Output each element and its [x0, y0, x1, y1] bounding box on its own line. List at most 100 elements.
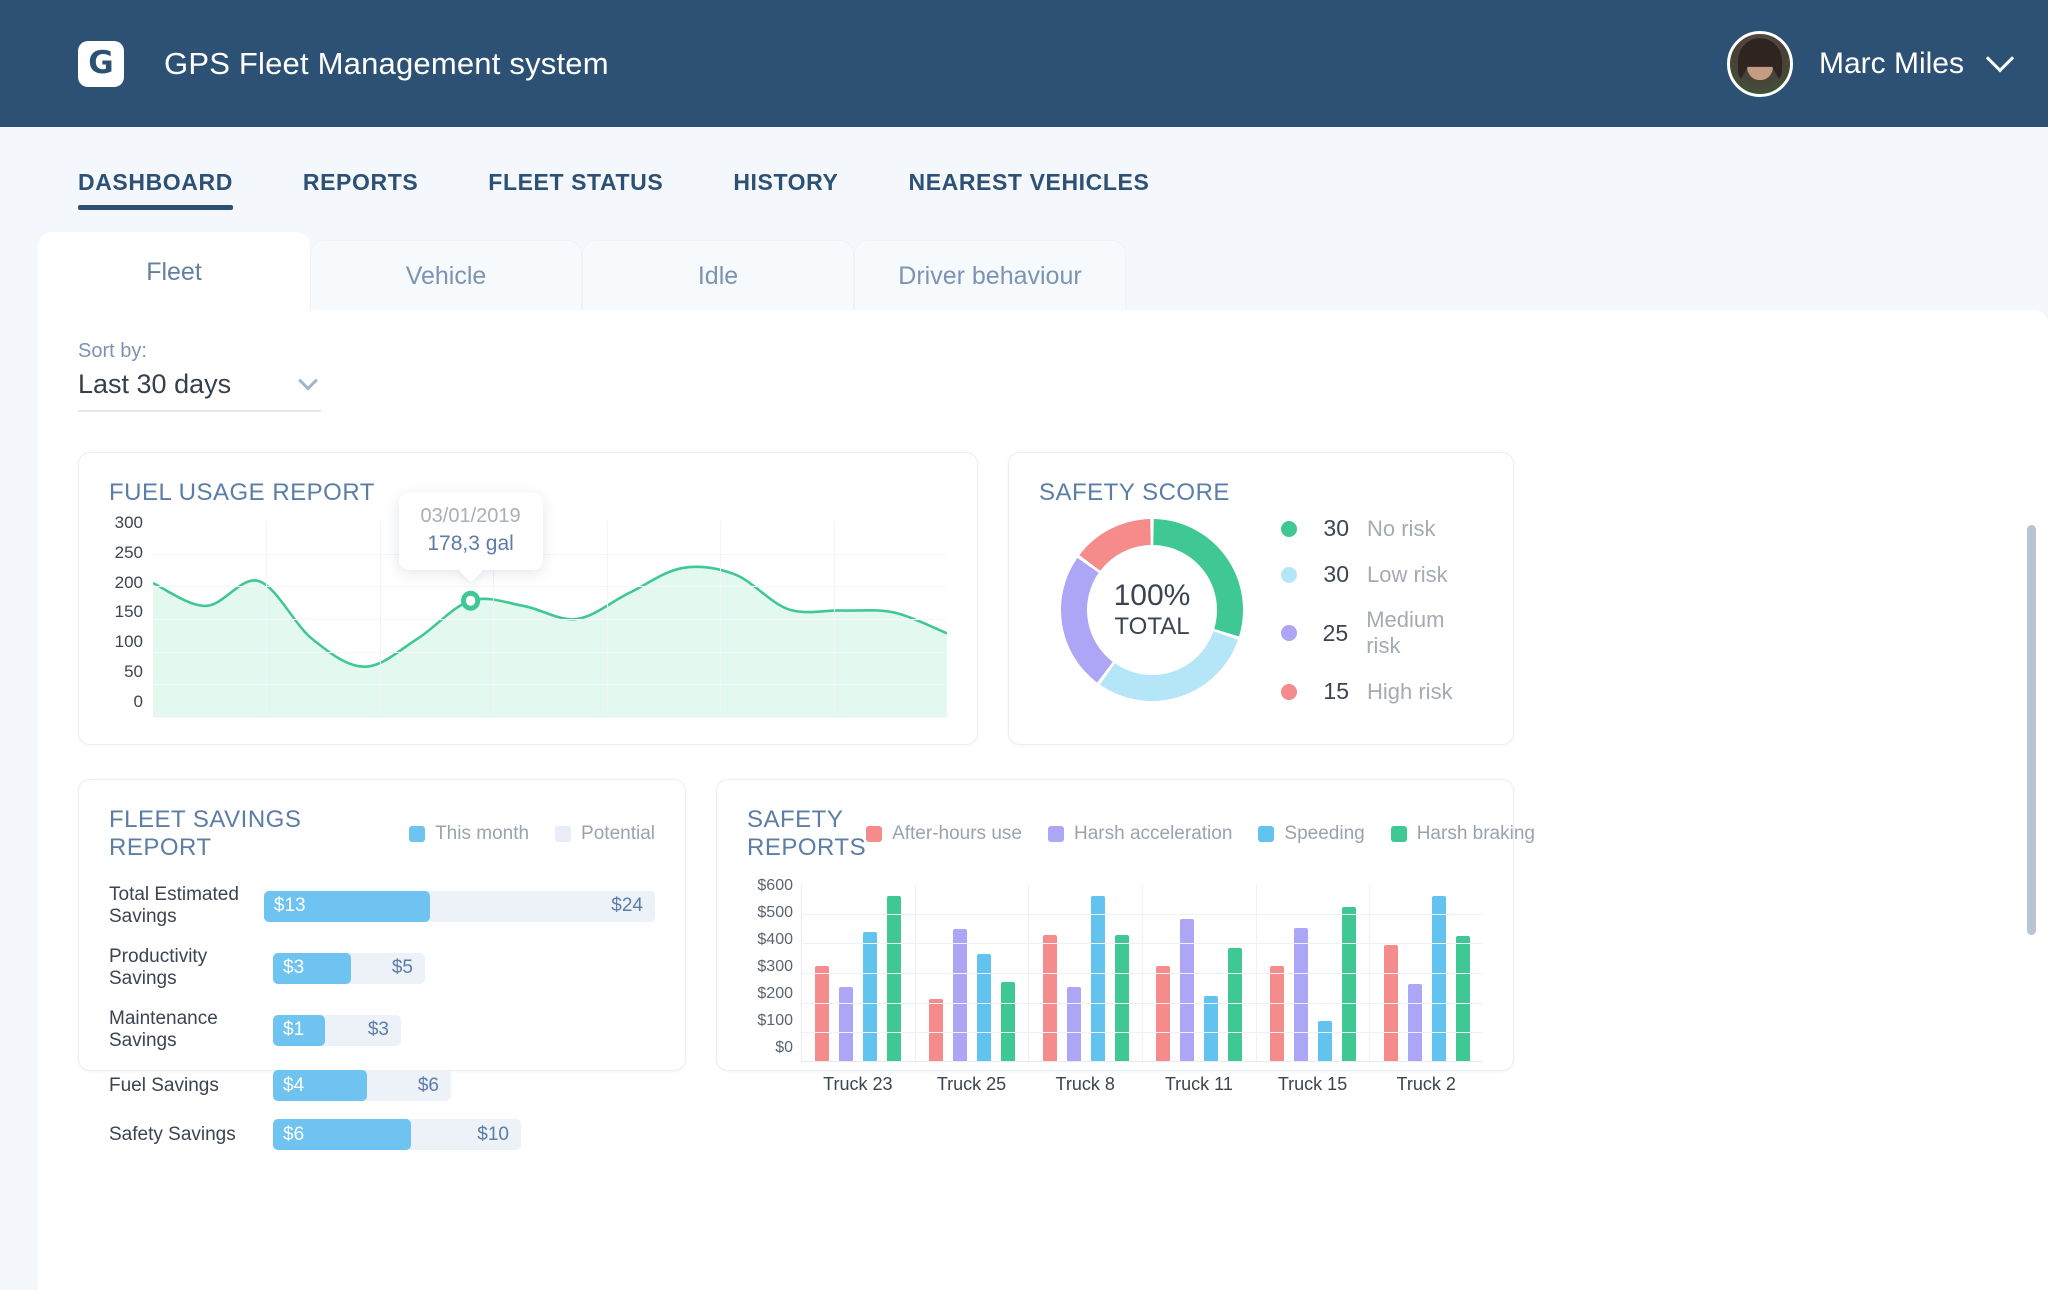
- scrollbar[interactable]: [2027, 525, 2036, 935]
- tab-vehicle[interactable]: Vehicle: [310, 240, 582, 310]
- legend-swatch: [555, 826, 571, 842]
- legend-swatch: [1258, 826, 1274, 842]
- fuel-y-tick: 250: [109, 544, 143, 561]
- nav-item-dashboard[interactable]: DASHBOARD: [78, 169, 233, 210]
- bars-y-tick: $400: [747, 932, 793, 948]
- bar[interactable]: [1294, 928, 1308, 1062]
- safety-reports-title: SAFETY REPORTS: [747, 806, 866, 862]
- bar[interactable]: [1204, 996, 1218, 1061]
- bar[interactable]: [1001, 982, 1015, 1061]
- nav-item-history[interactable]: HISTORY: [733, 169, 838, 210]
- fleet-savings-card: FLEET SAVINGS REPORT This month Potential…: [78, 779, 686, 1071]
- legend-label: Harsh acceleration: [1074, 823, 1232, 845]
- bar[interactable]: [1432, 896, 1446, 1061]
- legend-label: This month: [435, 823, 529, 845]
- tab-driver-behaviour[interactable]: Driver behaviour: [854, 240, 1126, 310]
- savings-current-bar: $13: [264, 891, 430, 922]
- bars-x-tick: Truck 15: [1256, 1074, 1370, 1095]
- nav-item-nearest-vehicles[interactable]: NEAREST VEHICLES: [908, 169, 1149, 210]
- grid-line: [802, 973, 1483, 974]
- fuel-y-tick: 150: [109, 603, 143, 620]
- safety-reports-header: SAFETY REPORTS After-hours use Harsh acce…: [747, 806, 1483, 862]
- savings-label: Productivity Savings: [109, 946, 273, 990]
- fleet-savings-legend: This month Potential: [409, 823, 655, 845]
- bars-x-tick: Truck 2: [1369, 1074, 1483, 1095]
- bar[interactable]: [977, 954, 991, 1061]
- safety-score-title: SAFETY SCORE: [1039, 479, 1483, 507]
- app-logo-icon: G: [78, 41, 124, 87]
- bar[interactable]: [1156, 966, 1170, 1061]
- bar[interactable]: [815, 966, 829, 1061]
- avatar: [1727, 31, 1793, 97]
- bars-y-tick: $100: [747, 1013, 793, 1029]
- legend-swatch: [409, 826, 425, 842]
- legend-item: Harsh braking: [1391, 823, 1535, 845]
- savings-track: $6$10: [273, 1119, 521, 1150]
- risk-value: 15: [1315, 678, 1349, 705]
- risk-color-dot: [1281, 684, 1297, 700]
- bar[interactable]: [1456, 936, 1470, 1061]
- fleet-savings-title: FLEET SAVINGS REPORT: [109, 806, 409, 862]
- brand: G GPS Fleet Management system: [78, 41, 609, 87]
- fuel-usage-chart: 300250200150100500 03/01/2019: [109, 521, 947, 717]
- savings-track: $13$24: [264, 891, 655, 922]
- bar[interactable]: [887, 896, 901, 1061]
- savings-current-bar: $1: [273, 1015, 325, 1046]
- fuel-y-tick: 100: [109, 633, 143, 650]
- bar[interactable]: [863, 932, 877, 1061]
- bar[interactable]: [1408, 984, 1422, 1061]
- legend-item: After-hours use: [866, 823, 1022, 845]
- bar[interactable]: [1318, 1021, 1332, 1061]
- savings-row: Safety Savings$6$10: [109, 1119, 655, 1150]
- bar[interactable]: [1115, 935, 1129, 1061]
- bar[interactable]: [1091, 896, 1105, 1061]
- savings-row: Maintenance Savings$1 $3: [109, 1008, 655, 1052]
- bars-y-axis: $600$500$400$300$200$100$0: [747, 884, 801, 1062]
- bars-x-tick: Truck 11: [1142, 1074, 1256, 1095]
- user-name: Marc Miles: [1819, 47, 1964, 81]
- dashboard-row-2: FLEET SAVINGS REPORT This month Potential…: [78, 779, 2008, 1071]
- legend-label: Harsh braking: [1417, 823, 1535, 845]
- donut-center-label: 100% TOTAL: [1057, 515, 1247, 705]
- bar[interactable]: [1342, 907, 1356, 1061]
- savings-potential-value: $3: [368, 1019, 389, 1041]
- legend-item: Harsh acceleration: [1048, 823, 1232, 845]
- risk-legend: 30No risk30Low risk25Medium risk15High r…: [1281, 515, 1483, 705]
- user-menu[interactable]: Marc Miles: [1727, 31, 2010, 97]
- bar[interactable]: [953, 929, 967, 1061]
- legend-swatch: [1391, 826, 1407, 842]
- bar[interactable]: [1270, 966, 1284, 1061]
- grid-line: [153, 652, 947, 653]
- nav-item-fleet-status[interactable]: FLEET STATUS: [488, 169, 663, 210]
- safety-score-chart: 100% TOTAL 30No risk30Low risk25Medium r…: [1039, 515, 1483, 705]
- bar[interactable]: [839, 987, 853, 1061]
- page-body: DASHBOARD REPORTS FLEET STATUS HISTORY NEARE…: [0, 127, 2048, 1290]
- chevron-down-icon[interactable]: [298, 370, 318, 390]
- tab-idle[interactable]: Idle: [582, 240, 854, 310]
- bar[interactable]: [929, 999, 943, 1061]
- bar[interactable]: [1228, 948, 1242, 1061]
- nav-item-reports[interactable]: REPORTS: [303, 169, 418, 210]
- bar[interactable]: [1043, 935, 1057, 1061]
- fleet-savings-rows: Total Estimated Savings$13$24 Productivit…: [109, 884, 655, 1150]
- sort-by-select[interactable]: Last 30 days: [78, 369, 321, 412]
- bars-x-tick: Truck 8: [1028, 1074, 1142, 1095]
- savings-current-bar: $4: [273, 1070, 367, 1101]
- risk-value: 30: [1315, 561, 1349, 588]
- legend-label: Speeding: [1284, 823, 1364, 845]
- sort-by-control[interactable]: Sort by: Last 30 days: [78, 340, 321, 412]
- bar[interactable]: [1067, 987, 1081, 1061]
- chevron-down-icon[interactable]: [1986, 44, 2014, 72]
- legend-label: After-hours use: [892, 823, 1022, 845]
- donut-total-label: TOTAL: [1114, 613, 1189, 641]
- fuel-y-axis: 300250200150100500: [109, 521, 153, 717]
- savings-label: Maintenance Savings: [109, 1008, 273, 1052]
- risk-legend-item: 30No risk: [1281, 515, 1483, 542]
- grid-line: [153, 684, 947, 685]
- bar[interactable]: [1180, 919, 1194, 1061]
- fuel-usage-card: FUEL USAGE REPORT 300250200150100500: [78, 452, 978, 745]
- tab-fleet[interactable]: Fleet: [38, 232, 310, 310]
- savings-label: Total Estimated Savings: [109, 884, 264, 928]
- legend-label: Potential: [581, 823, 655, 845]
- safety-reports-legend: After-hours use Harsh acceleration Speedin…: [866, 823, 1535, 845]
